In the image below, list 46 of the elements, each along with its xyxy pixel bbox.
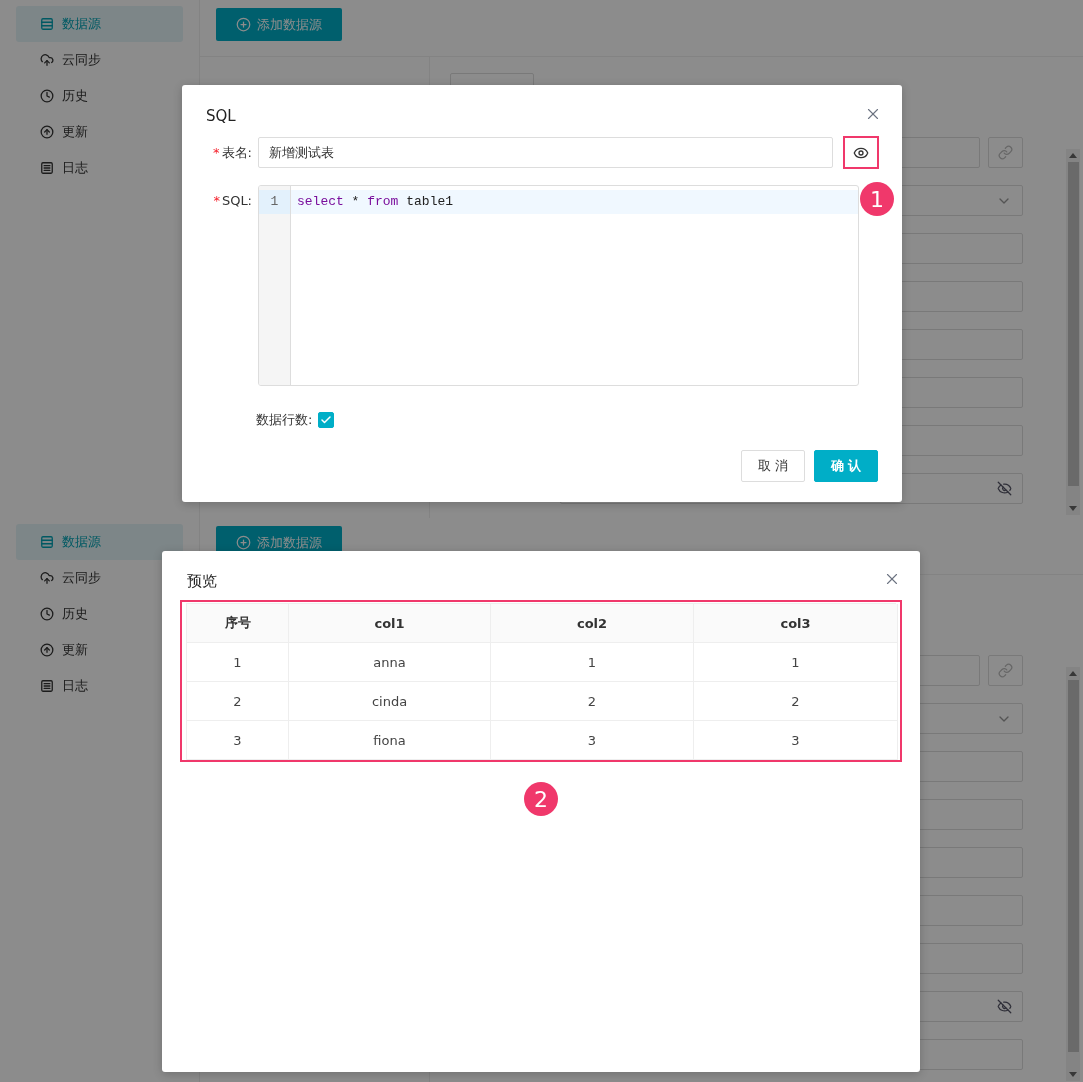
table-name-field[interactable]: 新增测试表: [258, 137, 833, 168]
column-header: 序号: [187, 604, 289, 643]
field-label: *表名:: [213, 144, 253, 162]
sidebar-item[interactable]: 云同步: [16, 42, 183, 78]
sidebar-item[interactable]: 更新: [16, 114, 183, 150]
sidebar-item[interactable]: 历史: [16, 596, 183, 632]
sidebar-label: 日志: [62, 159, 88, 177]
table-cell: fiona: [289, 721, 491, 760]
sidebar-label: 更新: [62, 641, 88, 659]
sidebar-label: 历史: [62, 605, 88, 623]
sidebar-label: 云同步: [62, 51, 101, 69]
column-header: col3: [694, 604, 898, 643]
annotation-badge: 1: [860, 182, 894, 216]
table-cell: 2: [694, 682, 898, 721]
sidebar-item[interactable]: 云同步: [16, 560, 183, 596]
annotation-badge: 2: [524, 782, 558, 816]
column-header: col1: [289, 604, 491, 643]
line-number: 1: [259, 190, 290, 214]
table-cell: 3: [187, 721, 289, 760]
sidebar-label: 历史: [62, 87, 88, 105]
dialog-title: SQL: [206, 107, 236, 125]
column-header: col2: [491, 604, 694, 643]
checkbox-label: 数据行数:: [256, 411, 313, 429]
table-cell: 3: [694, 721, 898, 760]
confirm-button[interactable]: 确 认: [814, 450, 878, 482]
table-cell: 1: [694, 643, 898, 682]
table-cell: 1: [491, 643, 694, 682]
sidebar-item[interactable]: 历史: [16, 78, 183, 114]
cancel-button[interactable]: 取 消: [741, 450, 805, 482]
table-cell: 3: [491, 721, 694, 760]
table-cell: cinda: [289, 682, 491, 721]
sidebar-label: 日志: [62, 677, 88, 695]
table-cell: anna: [289, 643, 491, 682]
sidebar-item[interactable]: 日志: [16, 150, 183, 186]
table-cell: 2: [187, 682, 289, 721]
dialog-title: 预览: [187, 572, 217, 591]
sidebar-item[interactable]: 更新: [16, 632, 183, 668]
sidebar-label: 数据源: [62, 533, 101, 551]
table-cell: 2: [491, 682, 694, 721]
sidebar-label: 更新: [62, 123, 88, 141]
table-cell: 1: [187, 643, 289, 682]
sidebar-label: 数据源: [62, 15, 101, 33]
sidebar-item[interactable]: 日志: [16, 668, 183, 704]
sql-editor[interactable]: 1 select * from table1: [258, 185, 859, 386]
sidebar-label: 云同步: [62, 569, 101, 587]
field-label: *SQL:: [213, 192, 253, 210]
